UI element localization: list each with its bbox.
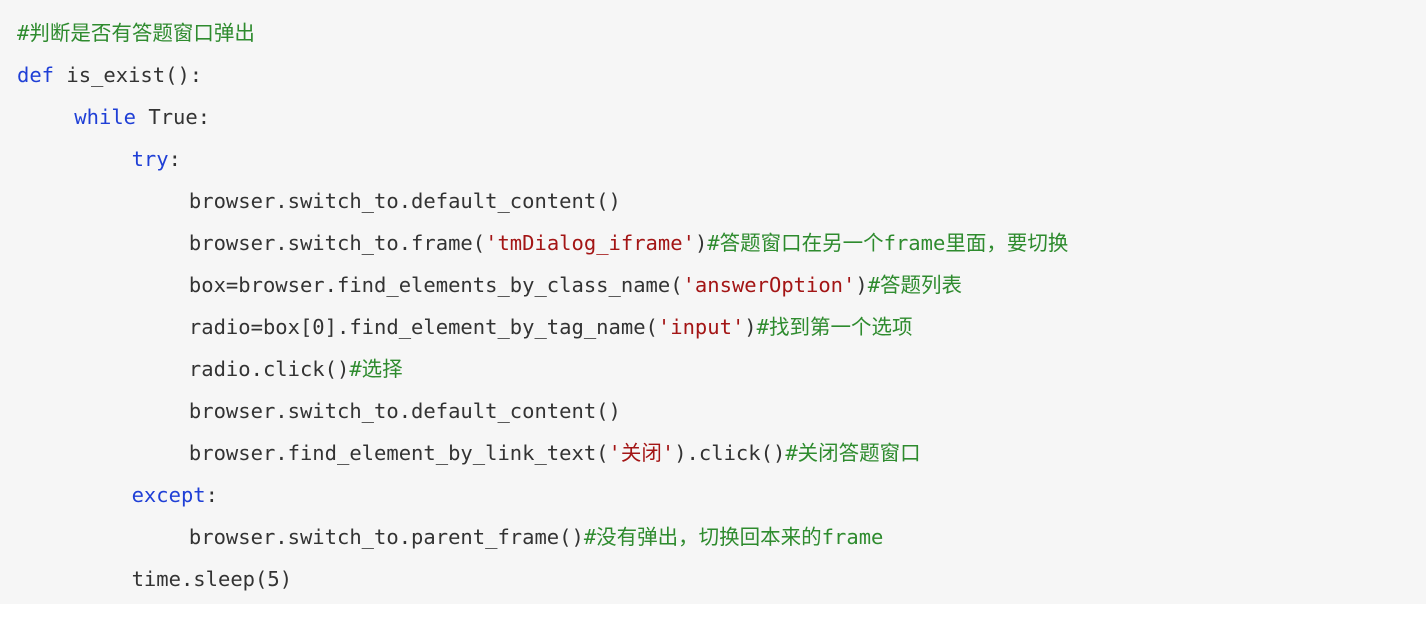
code-plain-token: ).click() — [674, 441, 786, 465]
code-plain-token: time.sleep(5) — [131, 567, 293, 591]
code-string-token: '关闭' — [608, 441, 675, 465]
code-line: browser.find_element_by_link_text('关闭').… — [189, 432, 921, 474]
code-line: radio=box[0].find_element_by_tag_name('i… — [189, 306, 913, 348]
code-line: radio.click()#选择 — [189, 348, 403, 390]
code-plain-token: browser.switch_to.parent_frame() — [188, 525, 584, 549]
code-comment-token: #选择 — [349, 357, 403, 381]
code-plain-token: box=browser.find_elements_by_class_name( — [188, 273, 683, 297]
code-line: box=browser.find_elements_by_class_name(… — [189, 264, 962, 306]
code-keyword-token: except — [131, 483, 206, 507]
code-plain-token: is_exist(): — [54, 63, 203, 87]
code-plain-token: : — [205, 483, 218, 507]
code-line: except: — [132, 474, 218, 516]
code-string-token: 'tmDialog_iframe' — [485, 231, 695, 255]
code-comment-token: #判断是否有答题窗口弹出 — [17, 21, 255, 45]
code-plain-token: browser.switch_to.frame( — [188, 231, 486, 255]
code-keyword-token: try — [131, 147, 169, 171]
code-string-token: 'answerOption' — [682, 273, 856, 297]
code-plain-token: True: — [136, 105, 211, 129]
code-comment-token: #答题窗口在另一个frame里面，要切换 — [707, 231, 1069, 255]
code-line: browser.switch_to.default_content() — [189, 390, 621, 432]
code-plain-token: radio=box[0].find_element_by_tag_name( — [188, 315, 658, 339]
code-line: time.sleep(5) — [132, 558, 292, 600]
code-block: #判断是否有答题窗口弹出 def is_exist(): while True: tr… — [0, 0, 1426, 604]
code-plain-token: browser.switch_to.default_content() — [188, 399, 621, 423]
code-comment-token: #答题列表 — [867, 273, 963, 297]
code-plain-token: browser.find_element_by_link_text( — [188, 441, 609, 465]
code-line: browser.switch_to.parent_frame()#没有弹出，切换… — [189, 516, 884, 558]
code-string-token: 'input' — [657, 315, 745, 339]
code-line: #判断是否有答题窗口弹出 — [17, 12, 255, 54]
code-comment-token: #找到第一个选项 — [756, 315, 913, 339]
code-comment-token: #关闭答题窗口 — [785, 441, 921, 465]
code-line: browser.switch_to.frame('tmDialog_iframe… — [189, 222, 1068, 264]
code-keyword-token: while — [74, 105, 137, 129]
code-plain-token: ) — [855, 273, 868, 297]
code-line: try: — [132, 138, 181, 180]
code-keyword-token: def — [17, 63, 55, 87]
code-line: while True: — [74, 96, 210, 138]
code-comment-token: #没有弹出，切换回本来的frame — [583, 525, 884, 549]
code-plain-token: radio.click() — [188, 357, 350, 381]
code-plain-token: ) — [744, 315, 757, 339]
code-plain-token: ) — [694, 231, 708, 255]
code-plain-token: : — [168, 147, 181, 171]
code-line: browser.switch_to.default_content() — [189, 180, 621, 222]
code-plain-token: browser.switch_to.default_content() — [188, 189, 621, 213]
code-line: def is_exist(): — [17, 54, 202, 96]
